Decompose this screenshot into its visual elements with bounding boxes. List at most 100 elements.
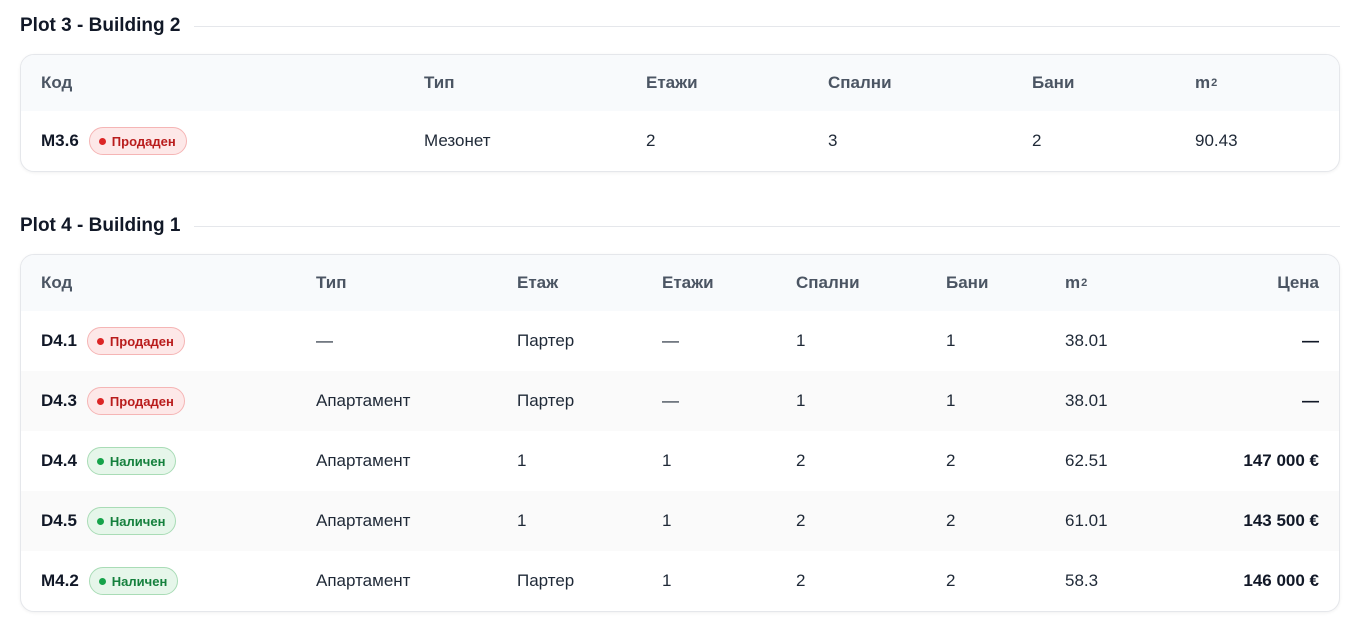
status-dot-icon (96, 337, 104, 345)
status-dot-icon (96, 397, 104, 405)
table-row[interactable]: D4.1 Продаден — Партер — 1 1 38.01 — (21, 311, 1339, 371)
status-dot-icon (98, 577, 106, 585)
table-header-row: Код Тип Етаж Етажи Спални Бани m2 Цена (21, 255, 1339, 311)
column-header-type[interactable]: Тип (316, 255, 346, 311)
unit-bedrooms: 3 (828, 131, 838, 150)
column-header-bedrooms[interactable]: Спални (796, 255, 860, 311)
column-header-code[interactable]: Код (41, 255, 72, 311)
column-header-floors[interactable]: Етажи (646, 55, 698, 111)
unit-code: D4.3 (41, 391, 77, 410)
table-row[interactable]: M4.2 Наличен Апартамент Партер 1 2 2 58.… (21, 551, 1339, 611)
status-dot-icon (96, 457, 104, 465)
section-header-plot-4: Plot 4 - Building 1 (20, 213, 1340, 239)
column-header-area[interactable]: m2 (1065, 255, 1087, 311)
unit-bathrooms: 2 (946, 451, 956, 470)
unit-bathrooms: 2 (1032, 131, 1042, 150)
unit-area: 38.01 (1065, 331, 1108, 350)
units-table-plot-4: Код Тип Етаж Етажи Спални Бани m2 Цена D… (20, 254, 1340, 612)
area-unit: m (1195, 73, 1211, 92)
unit-type: Апартамент (316, 511, 411, 530)
status-label: Наличен (111, 573, 168, 589)
unit-code-cell: D4.1 Продаден (41, 311, 185, 371)
unit-code: D4.4 (41, 451, 77, 470)
column-header-floors[interactable]: Етажи (662, 255, 714, 311)
divider (194, 25, 1340, 27)
area-unit-exponent: 2 (1211, 77, 1218, 89)
column-header-bedrooms[interactable]: Спални (828, 55, 892, 111)
status-badge: Продаден (88, 127, 187, 155)
unit-bathrooms: 1 (946, 391, 956, 410)
unit-floor: Партер (517, 571, 575, 590)
column-header-type[interactable]: Тип (424, 55, 454, 111)
unit-type: — (316, 331, 333, 350)
status-badge: Продаден (86, 387, 185, 415)
unit-area: 38.01 (1065, 391, 1108, 410)
unit-code-cell: D4.5 Наличен (41, 491, 177, 551)
status-dot-icon (96, 517, 104, 525)
unit-type: Мезонет (424, 131, 491, 150)
unit-area: 61.01 (1065, 511, 1108, 530)
table-row[interactable]: D4.5 Наличен Апартамент 1 1 2 2 61.01 14… (21, 491, 1339, 551)
unit-code: M3.6 (41, 131, 79, 150)
unit-bathrooms: 2 (946, 511, 956, 530)
unit-floors: 2 (646, 131, 656, 150)
status-label: Наличен (109, 453, 166, 469)
unit-bedrooms: 2 (796, 511, 806, 530)
column-header-price[interactable]: Цена (1277, 255, 1319, 311)
unit-code: D4.5 (41, 511, 77, 530)
status-badge: Наличен (86, 447, 177, 475)
unit-code: M4.2 (41, 571, 79, 590)
unit-area: 90.43 (1195, 131, 1238, 150)
unit-floors: 1 (662, 451, 672, 470)
unit-floors: 1 (662, 571, 672, 590)
section-title: Plot 4 - Building 1 (20, 215, 181, 236)
column-header-area[interactable]: m2 (1195, 55, 1217, 111)
table-row[interactable]: M3.6 Продаден Мезонет 2 3 2 90.43 (21, 111, 1339, 171)
column-header-code[interactable]: Код (41, 55, 72, 111)
column-header-floor[interactable]: Етаж (517, 255, 558, 311)
status-badge: Наличен (88, 567, 179, 595)
status-dot-icon (98, 137, 106, 145)
column-header-bathrooms[interactable]: Бани (1032, 55, 1074, 111)
unit-price: 143 500 € (1243, 511, 1319, 530)
table-row[interactable]: D4.4 Наличен Апартамент 1 1 2 2 62.51 14… (21, 431, 1339, 491)
divider (194, 225, 1340, 227)
status-label: Продаден (111, 133, 176, 149)
status-label: Продаден (109, 393, 174, 409)
unit-code: D4.1 (41, 331, 77, 350)
section-title: Plot 3 - Building 2 (20, 15, 181, 36)
unit-bathrooms: 1 (946, 331, 956, 350)
unit-floors: 1 (662, 511, 672, 530)
area-unit-exponent: 2 (1081, 277, 1088, 289)
unit-bedrooms: 2 (796, 451, 806, 470)
unit-code-cell: M3.6 Продаден (41, 111, 187, 171)
unit-floors: — (662, 391, 679, 410)
column-header-bathrooms[interactable]: Бани (946, 255, 988, 311)
unit-floor: Партер (517, 331, 575, 350)
unit-type: Апартамент (316, 391, 411, 410)
status-badge: Продаден (86, 327, 185, 355)
status-badge: Наличен (86, 507, 177, 535)
unit-area: 58.3 (1065, 571, 1099, 590)
unit-area: 62.51 (1065, 451, 1108, 470)
unit-price: 146 000 € (1243, 571, 1319, 590)
unit-code-cell: D4.4 Наличен (41, 431, 177, 491)
unit-type: Апартамент (316, 451, 411, 470)
unit-floor: 1 (517, 451, 527, 470)
unit-bedrooms: 2 (796, 571, 806, 590)
unit-price: — (1302, 391, 1319, 410)
status-label: Продаден (109, 333, 174, 349)
unit-floor: Партер (517, 391, 575, 410)
table-row[interactable]: D4.3 Продаден Апартамент Партер — 1 1 38… (21, 371, 1339, 431)
unit-type: Апартамент (316, 571, 411, 590)
table-header-row: Код Тип Етажи Спални Бани m2 (21, 55, 1339, 111)
unit-price: 147 000 € (1243, 451, 1319, 470)
unit-floors: — (662, 331, 679, 350)
unit-floor: 1 (517, 511, 527, 530)
units-table-plot-3: Код Тип Етажи Спални Бани m2 M3.6 Продад… (20, 54, 1340, 172)
unit-code-cell: D4.3 Продаден (41, 371, 185, 431)
unit-bathrooms: 2 (946, 571, 956, 590)
status-label: Наличен (109, 513, 166, 529)
area-unit: m (1065, 273, 1081, 292)
unit-bedrooms: 1 (796, 391, 806, 410)
